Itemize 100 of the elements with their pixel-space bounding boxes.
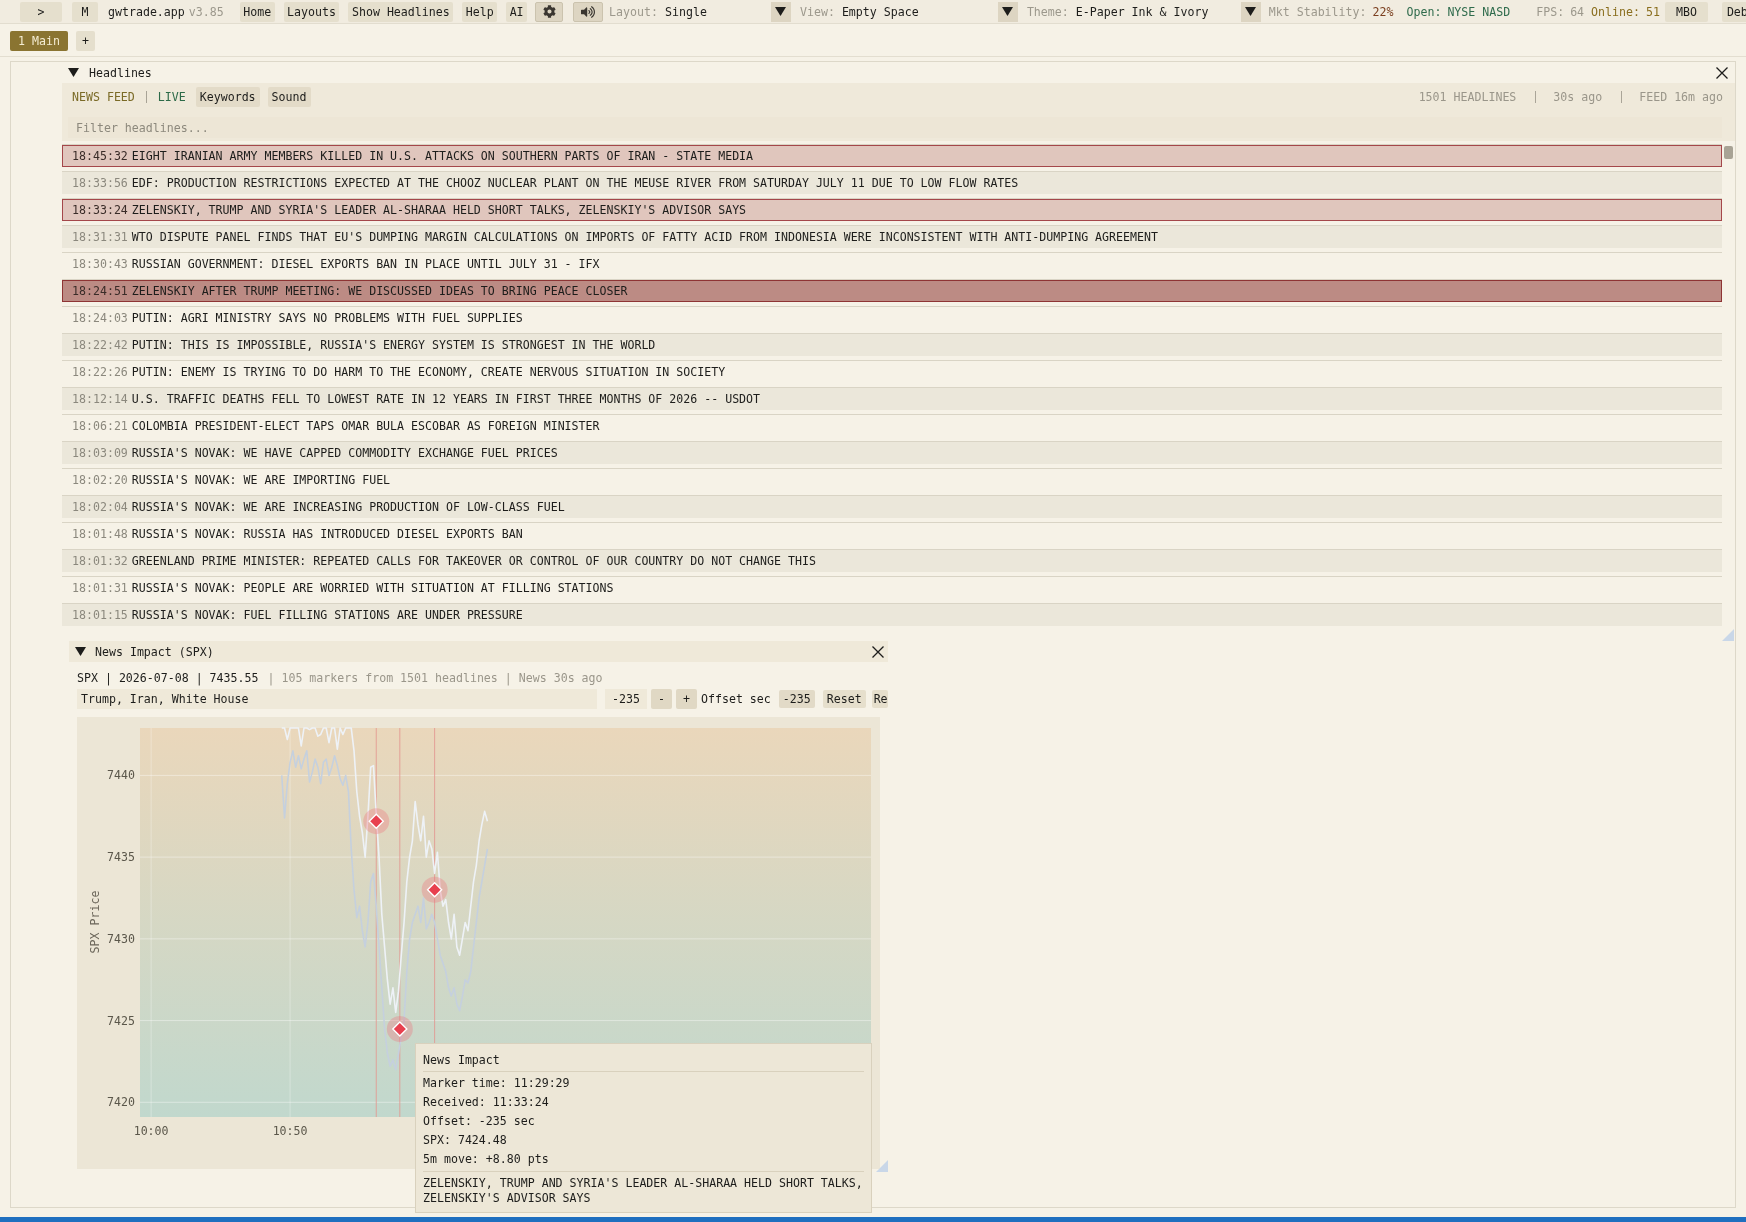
- offset-field[interactable]: -235: [605, 689, 647, 709]
- headline-time: 18:01:15: [72, 608, 128, 622]
- headline-row[interactable]: 18:22:42 PUTIN: THIS IS IMPOSSIBLE, RUSSIA'S ENERGY SYSTEM IS STRONGEST IN THE WORLD: [62, 334, 1722, 356]
- toolbar-button[interactable]: >: [20, 1, 62, 22]
- tooltip-headline: ZELENSKIY, TRUMP AND SYRIA'S LEADER AL-SHARAA HELD SHORT TALKS, ZELENSKIY'S ADVISOR SAYS: [423, 1176, 864, 1206]
- headline-text: RUSSIA'S NOVAK: FUEL FILLING STATIONS ARE UNDER PRESSURE: [131, 608, 523, 622]
- headline-text: RUSSIA'S NOVAK: RUSSIA HAS INTRODUCED DIESEL EXPORTS BAN: [131, 527, 523, 541]
- headline-text: WTO DISPUTE PANEL FINDS THAT EU'S DUMPING MARGIN CALCULATIONS ON IMPORTS OF FATTY ACID FROM INDONESIA WERE INCONSISTENT WITH ANTI-DUMPING AGREEMENT: [131, 230, 1158, 244]
- headline-text: RUSSIA'S NOVAK: WE ARE INCREASING PRODUCTION OF LOW-CLASS FUEL: [131, 500, 565, 514]
- tooltip-field: 5m move: +8.80 pts: [423, 1150, 864, 1169]
- status-value: 22%: [1372, 4, 1394, 19]
- headline-time: 18:22:26: [72, 365, 128, 379]
- toolbar-button[interactable]: Keywords: [195, 87, 260, 107]
- dropdown-button[interactable]: [1240, 1, 1261, 22]
- speaker-icon: [581, 4, 596, 19]
- close-icon[interactable]: [1716, 66, 1728, 79]
- headline-row[interactable]: 18:22:26 PUTIN: ENEMY IS TRYING TO DO HARM TO THE ECONOMY, CREATE NERVOUS SITUATION IN SOCIETY: [62, 361, 1722, 383]
- settings-button[interactable]: [535, 1, 564, 22]
- sound-button[interactable]: [573, 1, 604, 22]
- tooltip-field: SPX: 7424.48: [423, 1131, 864, 1150]
- headline-time: 18:31:31: [72, 230, 128, 244]
- workspace-tab[interactable]: 1 Main: [10, 31, 68, 51]
- dropdown-button[interactable]: [997, 1, 1018, 22]
- step-button[interactable]: -: [651, 689, 672, 709]
- selector-label: Layout:: [609, 4, 658, 19]
- headline-row[interactable]: 18:01:48 RUSSIA'S NOVAK: RUSSIA HAS INTRODUCED DIESEL EXPORTS BAN: [62, 523, 1722, 545]
- status-value: NYSE NASD: [1447, 4, 1511, 19]
- step-button[interactable]: +: [676, 689, 697, 709]
- headline-row[interactable]: 18:06:21 COLOMBIA PRESIDENT-ELECT TAPS OMAR BULA ESCOBAR AS FOREIGN MINISTER: [62, 415, 1722, 437]
- dropdown[interactable]: Empty Space: [841, 4, 998, 19]
- headline-time: 18:24:51: [72, 284, 128, 298]
- marker-summary: | 105 markers from 1501 headlines | News 30s ago: [267, 671, 603, 685]
- tooltip-title: News Impact: [423, 1052, 501, 1068]
- headline-text: RUSSIA'S NOVAK: WE ARE IMPORTING FUEL: [131, 473, 391, 487]
- resize-grip-icon[interactable]: [876, 1160, 888, 1172]
- feed-label: NEWS FEED: [72, 90, 135, 104]
- headline-row[interactable]: 18:01:32 GREENLAND PRIME MINISTER: REPEATED CALLS FOR TAKEOVER OR CONTROL OF OUR COUNTRY DO NOT CHANGE THIS: [62, 550, 1722, 572]
- app-name: gwtrade.app: [108, 4, 185, 19]
- toolbar-button[interactable]: Sound: [267, 87, 311, 107]
- caret-down-icon[interactable]: [75, 647, 86, 656]
- headline-time: 18:03:09: [72, 446, 128, 460]
- headline-row[interactable]: 18:24:03 PUTIN: AGRI MINISTRY SAYS NO PROBLEMS WITH FUEL SUPPLIES: [62, 307, 1722, 329]
- menu-button[interactable]: Show Headlines: [348, 1, 454, 22]
- headline-row[interactable]: 18:24:51 ZELENSKIY AFTER TRUMP MEETING: WE DISCUSSED IDEAS TO BRING PEACE CLOSER: [62, 280, 1722, 302]
- toolbar-button[interactable]: MBO: [1664, 1, 1708, 22]
- headline-time: 18:24:03: [72, 311, 128, 325]
- headline-time: 18:33:24: [72, 203, 128, 217]
- status-label: Online:: [1591, 4, 1640, 19]
- filter-field[interactable]: Filter headlines...: [68, 117, 1722, 138]
- dropdown-button[interactable]: [771, 1, 791, 22]
- diamond-marker-icon[interactable]: [421, 876, 448, 903]
- settings-icon: [542, 5, 556, 18]
- toolbar-button[interactable]: M: [72, 1, 98, 22]
- headline-row[interactable]: 18:02:20 RUSSIA'S NOVAK: WE ARE IMPORTING FUEL: [62, 469, 1722, 491]
- headline-row[interactable]: 18:12:14 U.S. TRAFFIC DEATHS FELL TO LOWEST RATE IN 12 YEARS IN FIRST THREE MONTHS OF 2026 -- USDOT: [62, 388, 1722, 410]
- menu-button[interactable]: AI: [506, 1, 528, 22]
- axis-tick-label: 7435: [107, 850, 135, 865]
- dropdown[interactable]: Single: [665, 4, 771, 19]
- add-tab-button[interactable]: +: [75, 31, 95, 51]
- dropdown[interactable]: E-Paper Ink & Ivory: [1075, 4, 1241, 19]
- axis-tick-label: 10:00: [133, 1124, 169, 1138]
- keywords-field[interactable]: Trump, Iran, White House: [77, 689, 597, 709]
- quote-summary: SPX | 2026-07-08 | 7435.55: [77, 671, 259, 685]
- caret-down-icon: [1002, 7, 1014, 16]
- headline-text: PUTIN: THIS IS IMPOSSIBLE, RUSSIA'S ENERGY SYSTEM IS STRONGEST IN THE WORLD: [131, 338, 656, 352]
- headline-row[interactable]: 18:01:15 RUSSIA'S NOVAK: FUEL FILLING STATIONS ARE UNDER PRESSURE: [62, 604, 1722, 626]
- resize-grip-icon[interactable]: [1722, 629, 1734, 641]
- headline-row[interactable]: 18:45:32 EIGHT IRANIAN ARMY MEMBERS KILLED IN U.S. ATTACKS ON SOUTHERN PARTS OF IRAN - STATE MEDIA: [62, 145, 1722, 167]
- menu-button[interactable]: Layouts: [283, 1, 340, 22]
- headline-time: 18:45:32: [72, 149, 128, 163]
- axis-tick-label: 7430: [107, 931, 135, 946]
- close-icon[interactable]: [872, 645, 884, 658]
- tooltip-field: Marker time: 11:29:29: [423, 1074, 864, 1093]
- headline-row[interactable]: 18:02:04 RUSSIA'S NOVAK: WE ARE INCREASING PRODUCTION OF LOW-CLASS FUEL: [62, 496, 1722, 518]
- headline-text: COLOMBIA PRESIDENT-ELECT TAPS OMAR BULA ESCOBAR AS FOREIGN MINISTER: [131, 419, 600, 433]
- headline-time: 18:06:21: [72, 419, 128, 433]
- action-button[interactable]: Reset: [822, 690, 866, 708]
- feed-stat: FEED 16m ago: [1639, 90, 1723, 104]
- headline-row[interactable]: 18:33:56 EDF: PRODUCTION RESTRICTIONS EXPECTED AT THE CHOOZ NUCLEAR PLANT ON THE MEUSE RIVER FROM SATURDAY JULY 11 DUE TO LOW FLOW RATES: [62, 172, 1722, 194]
- headline-time: 18:01:32: [72, 554, 128, 568]
- version-label: v3.85: [188, 4, 224, 19]
- axis-tick-label: 10:50: [272, 1124, 308, 1138]
- headline-row[interactable]: 18:03:09 RUSSIA'S NOVAK: WE HAVE CAPPED COMMODITY EXCHANGE FUEL PRICES: [62, 442, 1722, 464]
- headline-text: GREENLAND PRIME MINISTER: REPEATED CALLS FOR TAKEOVER OR CONTROL OF OUR COUNTRY DO NOT CHANGE THIS: [131, 554, 816, 568]
- action-button[interactable]: Re: [871, 690, 888, 708]
- live-status: LIVE: [157, 90, 186, 104]
- menu-button[interactable]: Help: [462, 1, 498, 22]
- headline-row[interactable]: 18:31:31 WTO DISPUTE PANEL FINDS THAT EU'S DUMPING MARGIN CALCULATIONS ON IMPORTS OF FATTY ACID FROM INDONESIA WERE INCONSISTENT WITH ANTI-DUMPING AGREEMENT: [62, 226, 1722, 248]
- tooltip-field: Offset: -235 sec: [423, 1112, 864, 1131]
- feed-stat: 1501 HEADLINES: [1418, 90, 1517, 104]
- status-value: 64: [1570, 4, 1585, 19]
- headline-row[interactable]: 18:01:31 RUSSIA'S NOVAK: PEOPLE ARE WORRIED WITH SITUATION AT FILLING STATIONS: [62, 577, 1722, 599]
- diamond-marker-icon[interactable]: [363, 808, 390, 835]
- menu-button[interactable]: Home: [239, 1, 275, 22]
- scrollbar-thumb[interactable]: [1724, 146, 1733, 159]
- headline-row[interactable]: 18:33:24 ZELENSKIY, TRUMP AND SYRIA'S LEADER AL-SHARAA HELD SHORT TALKS, ZELENSKIY'S ADVISOR SAYS: [62, 199, 1722, 221]
- headline-row[interactable]: 18:30:43 RUSSIAN GOVERNMENT: DIESEL EXPORTS BAN IN PLACE UNTIL JULY 31 - IFX: [62, 253, 1722, 275]
- selector-label: View:: [800, 4, 835, 19]
- diamond-marker-icon[interactable]: [386, 1016, 413, 1043]
- caret-down-icon[interactable]: [68, 68, 79, 77]
